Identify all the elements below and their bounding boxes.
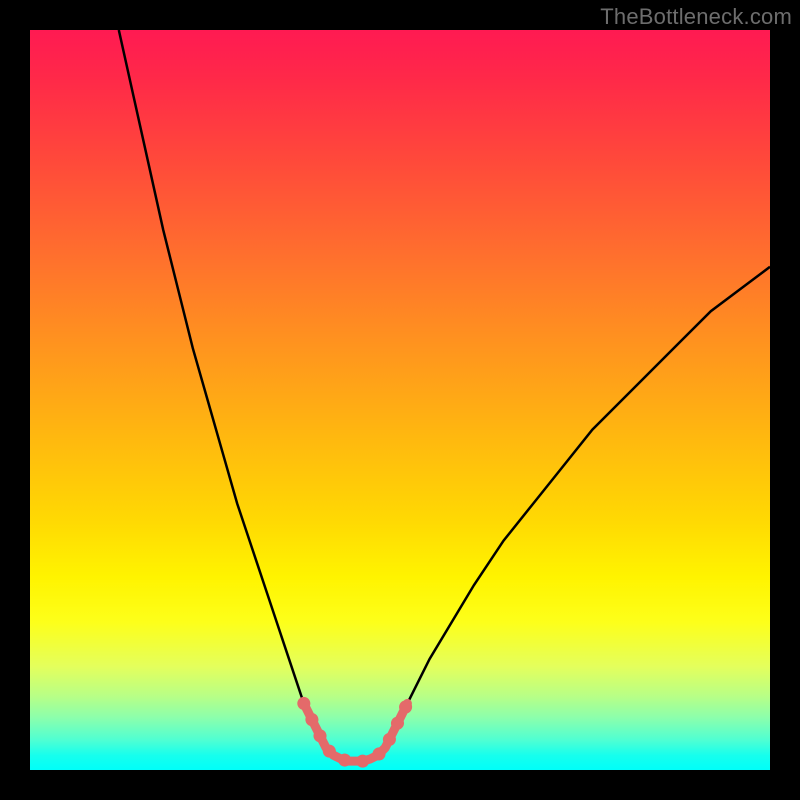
valley-highlight-line — [304, 703, 408, 761]
plot-area — [30, 30, 770, 770]
chart-frame: TheBottleneck.com — [0, 0, 800, 800]
curve-layer — [30, 30, 770, 770]
right-curve — [393, 267, 770, 733]
left-curve — [119, 30, 319, 733]
watermark-text: TheBottleneck.com — [600, 4, 792, 30]
